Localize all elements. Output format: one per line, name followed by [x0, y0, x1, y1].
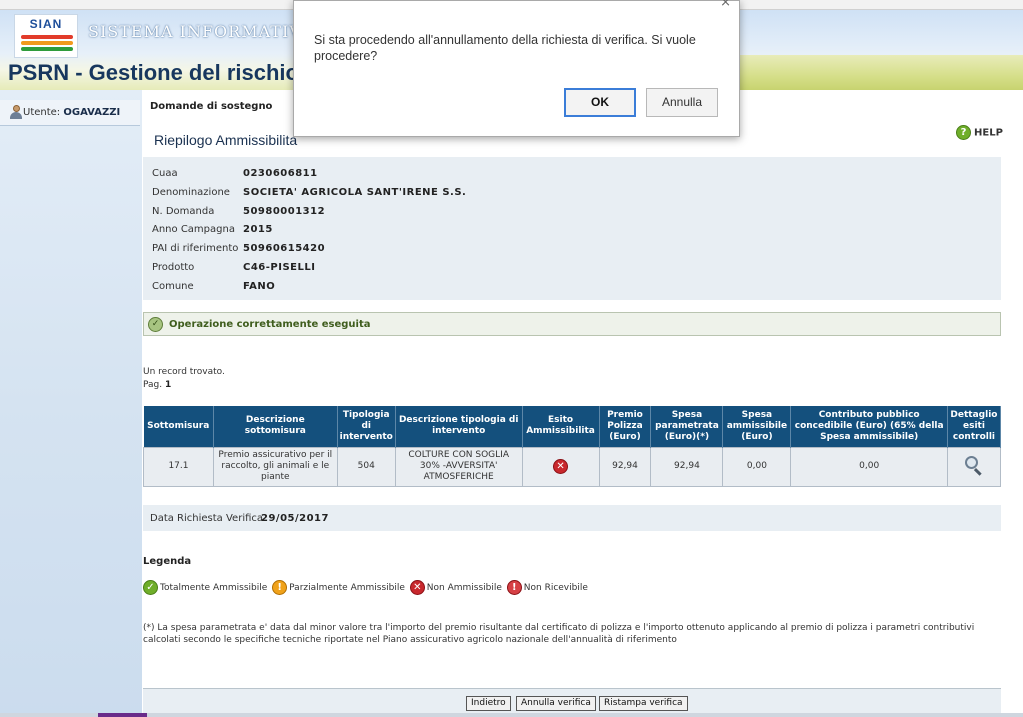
back-button[interactable]: Indietro: [466, 696, 511, 711]
legend-label: Non Ricevibile: [523, 583, 588, 593]
info-label: N. Domanda: [152, 206, 215, 217]
info-value: FANO: [243, 281, 276, 292]
info-value: SOCIETA' AGRICOLA SANT'IRENE S.S.: [243, 187, 467, 198]
data-richiesta-value: 29/05/2017: [261, 513, 329, 524]
page-indicator: Pag. 1: [143, 379, 225, 392]
cell-dettaglio: [946, 446, 1002, 487]
help-label: HELP: [974, 127, 1003, 139]
cell-spesa-ammissibile: 0,00: [722, 446, 792, 487]
legend-title: Legenda: [143, 556, 192, 567]
logo-stripe-green: [21, 47, 73, 51]
legend-item: ! Parzialmente Ammissibile: [272, 580, 405, 595]
info-label: Anno Campagna: [152, 224, 235, 235]
header-field-image: [693, 55, 1023, 90]
close-icon[interactable]: ×: [720, 0, 731, 10]
sidebar: Utente: OGAVAZZI: [0, 90, 142, 717]
info-label: Comune: [152, 281, 194, 292]
user-icon: [10, 105, 22, 119]
magnifier-icon[interactable]: [964, 455, 984, 476]
data-richiesta-box: Data Richiesta Verifica 29/05/2017: [143, 505, 1001, 531]
info-label: Cuaa: [152, 168, 178, 179]
reprint-verification-button[interactable]: Ristampa verifica: [599, 696, 688, 711]
col-header: Spesa ammissibile (Euro): [722, 406, 792, 447]
logo-stripe-red: [21, 35, 73, 39]
col-header: Descrizione tipologia di intervento: [395, 406, 523, 447]
records-info: Un record trovato. Pag. 1: [143, 366, 225, 392]
legend-item: ✕ Non Ammissibile: [409, 580, 502, 595]
warning-icon: !: [272, 580, 288, 595]
sian-logo-text: SIAN: [29, 17, 63, 31]
info-label: PAI di riferimento: [152, 243, 239, 254]
cell-descrizione: Premio assicurativo per il raccolto, gli…: [212, 446, 338, 487]
legend-item: ✓ Totalmente Ammissibile: [143, 580, 267, 595]
cell-premio: 92,94: [598, 446, 652, 487]
legend-label: Non Ammissibile: [426, 583, 502, 593]
ammissibilita-table: Sottomisura Descrizione sottomisura Tipo…: [143, 406, 1002, 487]
logo-stripe-orange: [21, 41, 73, 45]
info-label: Denominazione: [152, 187, 230, 198]
ok-button[interactable]: OK: [564, 88, 636, 117]
data-richiesta-label: Data Richiesta Verifica: [150, 513, 264, 524]
help-icon: ?: [956, 125, 971, 140]
check-icon: ✓: [148, 317, 163, 332]
sian-logo: SIAN: [14, 14, 78, 58]
info-value: 0230606811: [243, 168, 318, 179]
cell-spesa-parametrata: 92,94: [650, 446, 724, 487]
page-number: 1: [165, 380, 172, 390]
info-value: 50980001312: [243, 206, 326, 217]
dialog-message: Si sta procedendo all'annullamento della…: [314, 33, 696, 63]
col-header: Premio Polizza (Euro): [599, 406, 652, 447]
table-row: 17.1 Premio assicurativo per il raccolto…: [143, 446, 1002, 487]
col-header: Spesa parametrata (Euro)(*): [650, 406, 724, 447]
breadcrumb[interactable]: Domande di sostegno: [150, 101, 272, 112]
col-header: Dettaglio esiti controlli: [947, 406, 1002, 447]
user-label: Utente: OGAVAZZI: [23, 107, 120, 118]
col-header: Tipologia di intervento: [337, 406, 396, 447]
legend-label: Totalmente Ammissibile: [160, 583, 268, 593]
page-label: Pag.: [143, 380, 163, 390]
records-found: Un record trovato.: [143, 367, 225, 377]
info-value: 50960615420: [243, 243, 326, 254]
page-title: Riepilogo Ammissibilita: [154, 132, 298, 148]
taskbar-active-item[interactable]: [98, 713, 147, 717]
confirm-dialog: × Si sta procedendo all'annullamento del…: [293, 0, 740, 137]
cell-sottomisura: 17.1: [143, 446, 214, 487]
user-box: Utente: OGAVAZZI: [0, 100, 140, 126]
legend-label: Parzialmente Ammissibile: [289, 583, 405, 593]
app-title: PSRN - Gestione del rischio: [8, 60, 299, 85]
legend-item: ! Non Ricevibile: [506, 580, 588, 595]
operation-success-bar: ✓ Operazione correttamente eseguita: [143, 312, 1001, 336]
user-name: OGAVAZZI: [63, 107, 121, 118]
cell-tipologia: 504: [336, 446, 396, 487]
col-header: Esito Ammissibilita: [522, 406, 600, 447]
col-header: Descrizione sottomisura: [213, 406, 338, 447]
info-value: C46-PISELLI: [243, 262, 316, 273]
cell-contributo: 0,00: [790, 446, 948, 487]
col-header: Contributo pubblico concedibile (Euro) (…: [790, 406, 948, 447]
exclamation-icon: !: [506, 580, 522, 595]
taskbar: [0, 713, 1023, 717]
footnote: (*) La spesa parametrata e' data dal min…: [143, 623, 975, 645]
info-label: Prodotto: [152, 262, 195, 273]
table-header-row: Sottomisura Descrizione sottomisura Tipo…: [143, 406, 1002, 447]
col-header: Sottomisura: [143, 406, 214, 447]
user-label-text: Utente:: [23, 107, 61, 118]
info-box: Cuaa 0230606811 Denominazione SOCIETA' A…: [143, 157, 1001, 300]
legend: ✓ Totalmente Ammissibile ! Parzialmente Am…: [143, 580, 590, 596]
info-value: 2015: [243, 224, 273, 235]
check-icon: ✓: [143, 580, 158, 595]
cancel-verification-button[interactable]: Annulla verifica: [516, 696, 596, 711]
x-icon: ✕: [409, 580, 425, 595]
cell-esito: ✕: [521, 446, 600, 487]
cell-descrizione-tipologia: COLTURE CON SOGLIA 30% -AVVERSITA' ATMOS…: [394, 446, 523, 487]
non-ammissibile-icon: ✕: [553, 459, 569, 474]
cancel-button[interactable]: Annulla: [646, 88, 718, 117]
help-link[interactable]: ? HELP: [956, 125, 1003, 140]
operation-message: Operazione correttamente eseguita: [169, 319, 371, 330]
